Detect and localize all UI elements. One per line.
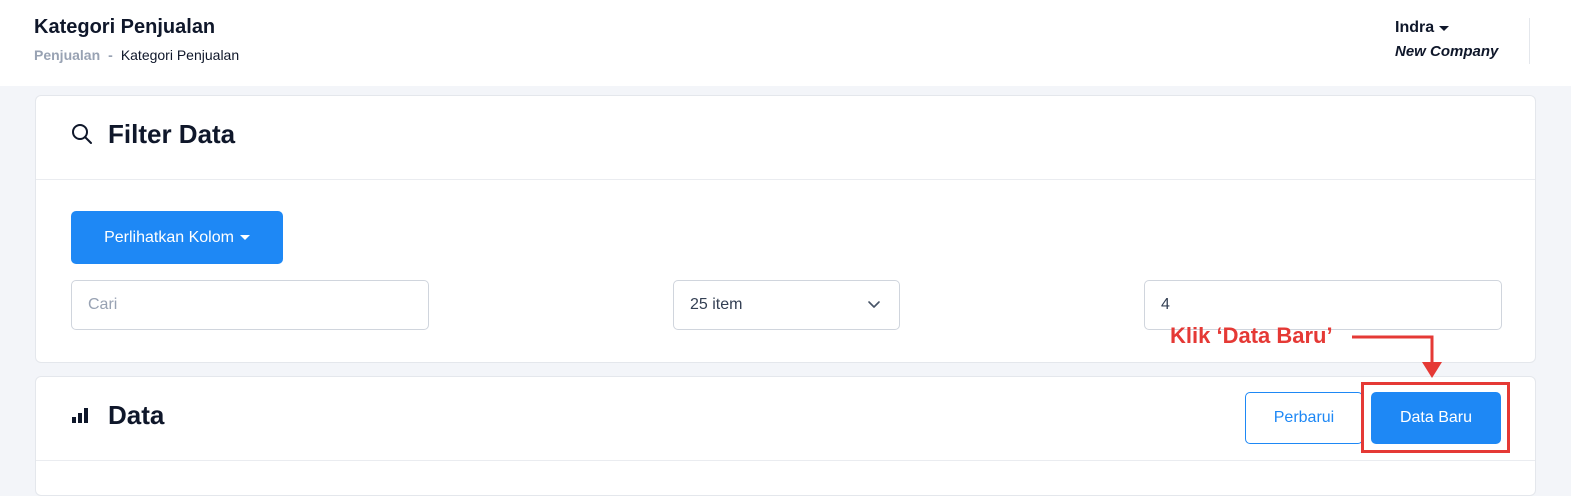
page-size-value: 25 item — [690, 296, 743, 313]
bar-chart-icon — [72, 408, 88, 423]
search-icon — [72, 124, 92, 144]
breadcrumb-separator: - — [108, 47, 113, 63]
user-dropdown[interactable]: Indra — [1395, 19, 1498, 37]
user-menu[interactable]: Indra New Company — [1395, 19, 1498, 60]
company-name: New Company — [1395, 43, 1499, 60]
filter-card-header: Filter Data — [36, 96, 1535, 180]
data-card-header: Data Perbarui Data Baru — [36, 377, 1535, 461]
refresh-button[interactable]: Perbarui — [1245, 392, 1363, 444]
chevron-down-icon — [868, 301, 880, 308]
top-bar: Kategori Penjualan Penjualan - Kategori Pe… — [0, 0, 1571, 86]
annotation-label: Klik ‘Data Baru’ — [1170, 323, 1333, 348]
data-card: Data Perbarui Data Baru — [35, 376, 1536, 496]
search-input[interactable]: Cari — [71, 280, 429, 330]
filter-title: Filter Data — [108, 119, 236, 149]
page-title: Kategori Penjualan — [34, 16, 216, 38]
breadcrumb-parent[interactable]: Penjualan — [34, 47, 100, 63]
show-columns-label: Perlihatkan Kolom — [104, 228, 234, 246]
caret-down-icon — [239, 235, 250, 240]
page-size-select[interactable]: 25 item — [673, 280, 900, 330]
header-divider — [1529, 18, 1530, 64]
user-name: Indra — [1395, 19, 1435, 36]
breadcrumb-current: Kategori Penjualan — [120, 47, 240, 63]
breadcrumb: Penjualan - Kategori Penjualan — [34, 47, 239, 63]
show-columns-button[interactable]: Perlihatkan Kolom — [71, 211, 283, 264]
caret-down-icon — [1439, 25, 1450, 31]
new-data-button[interactable]: Data Baru — [1371, 392, 1501, 444]
data-title: Data — [108, 400, 165, 430]
